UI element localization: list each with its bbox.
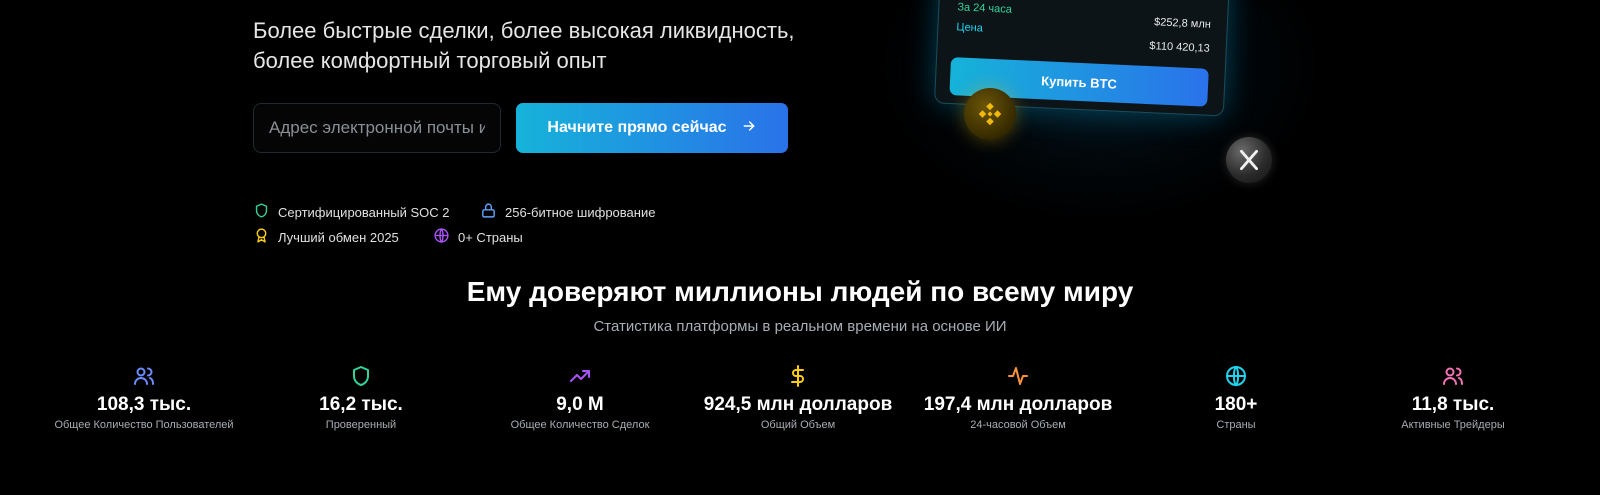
stat-total-trades: 9,0 М Общее Количество Сделок — [460, 364, 700, 431]
stats-title: Ему доверяют миллионы людей по всему мир… — [466, 276, 1134, 307]
badge-label: 0+ Страны — [458, 229, 523, 245]
get-started-button[interactable]: Начните прямо сейчас — [516, 103, 788, 153]
card-volume-label: За 24 часа — [957, 1, 1013, 16]
lock-icon — [480, 202, 497, 222]
x-coin-icon — [1226, 137, 1272, 183]
badge-soc2: Сертифицированный SOC 2 — [253, 202, 449, 222]
users-icon — [132, 364, 156, 388]
stat-total-users: 108,3 тыс. Общее Количество Пользователе… — [24, 364, 264, 431]
trending-up-icon — [568, 364, 592, 388]
stat-label: Общее Количество Пользователей — [54, 419, 234, 431]
activity-icon — [1006, 364, 1030, 388]
card-price-value: $110 420,13 — [1149, 40, 1211, 55]
award-icon — [253, 227, 270, 247]
email-input[interactable] — [253, 103, 501, 153]
stat-value: 180+ — [1214, 394, 1258, 415]
badge-label: Лучший обмен 2025 — [278, 229, 399, 245]
card-price-label: Цена — [956, 21, 984, 35]
stat-value: 924,5 млн долларов — [703, 394, 893, 415]
badge-best-exchange: Лучший обмен 2025 — [253, 227, 399, 247]
badge-countries: 0+ Страны — [433, 227, 523, 247]
stat-active-traders: 11,8 тыс. Активные Трейдеры — [1333, 364, 1573, 431]
bnb-coin-icon — [964, 88, 1016, 140]
get-started-label: Начните прямо сейчас — [547, 119, 727, 136]
stat-verified: 16,2 тыс. Проверенный — [241, 364, 481, 431]
badge-label: 256-битное шифрование — [505, 204, 656, 220]
dollar-icon — [786, 364, 810, 388]
hero-subtitle: Более быстрые сделки, более высокая ликв… — [253, 18, 795, 73]
arrow-right-icon — [741, 118, 757, 139]
shield-icon — [253, 202, 270, 222]
stat-label: Проверенный — [325, 419, 397, 431]
stat-label: Общее Количество Сделок — [510, 419, 650, 431]
stat-label: Общий Объем — [760, 419, 836, 431]
shield-icon — [349, 364, 373, 388]
stat-value: 108,3 тыс. — [96, 394, 192, 415]
stat-label: Активные Трейдеры — [1401, 419, 1505, 431]
stat-value: 11,8 тыс. — [1411, 394, 1495, 415]
card-volume-value: $252,8 млн — [1153, 16, 1212, 31]
stat-value: 16,2 тыс. — [319, 394, 403, 415]
card-volume-row: За 24 часа $252,8 млн — [957, 1, 1212, 31]
globe-icon — [433, 227, 450, 247]
stat-value: 197,4 млн долларов — [923, 394, 1113, 415]
stat-label: Страны — [1216, 419, 1256, 431]
stat-total-volume: 924,5 млн долларов Общий Объем — [678, 364, 918, 431]
stat-countries: 180+ Страны — [1116, 364, 1356, 431]
stat-label: 24-часовой Объем — [970, 419, 1066, 431]
stats-subtitle: Статистика платформы в реальном времени … — [593, 318, 1007, 335]
users-icon — [1441, 364, 1465, 388]
badge-encryption: 256-битное шифрование — [480, 202, 655, 222]
stat-value: 9,0 М — [556, 394, 604, 415]
stat-24h-volume: 197,4 млн долларов 24-часовой Объем — [898, 364, 1138, 431]
badge-label: Сертифицированный SOC 2 — [278, 204, 450, 220]
globe-icon — [1224, 364, 1248, 388]
